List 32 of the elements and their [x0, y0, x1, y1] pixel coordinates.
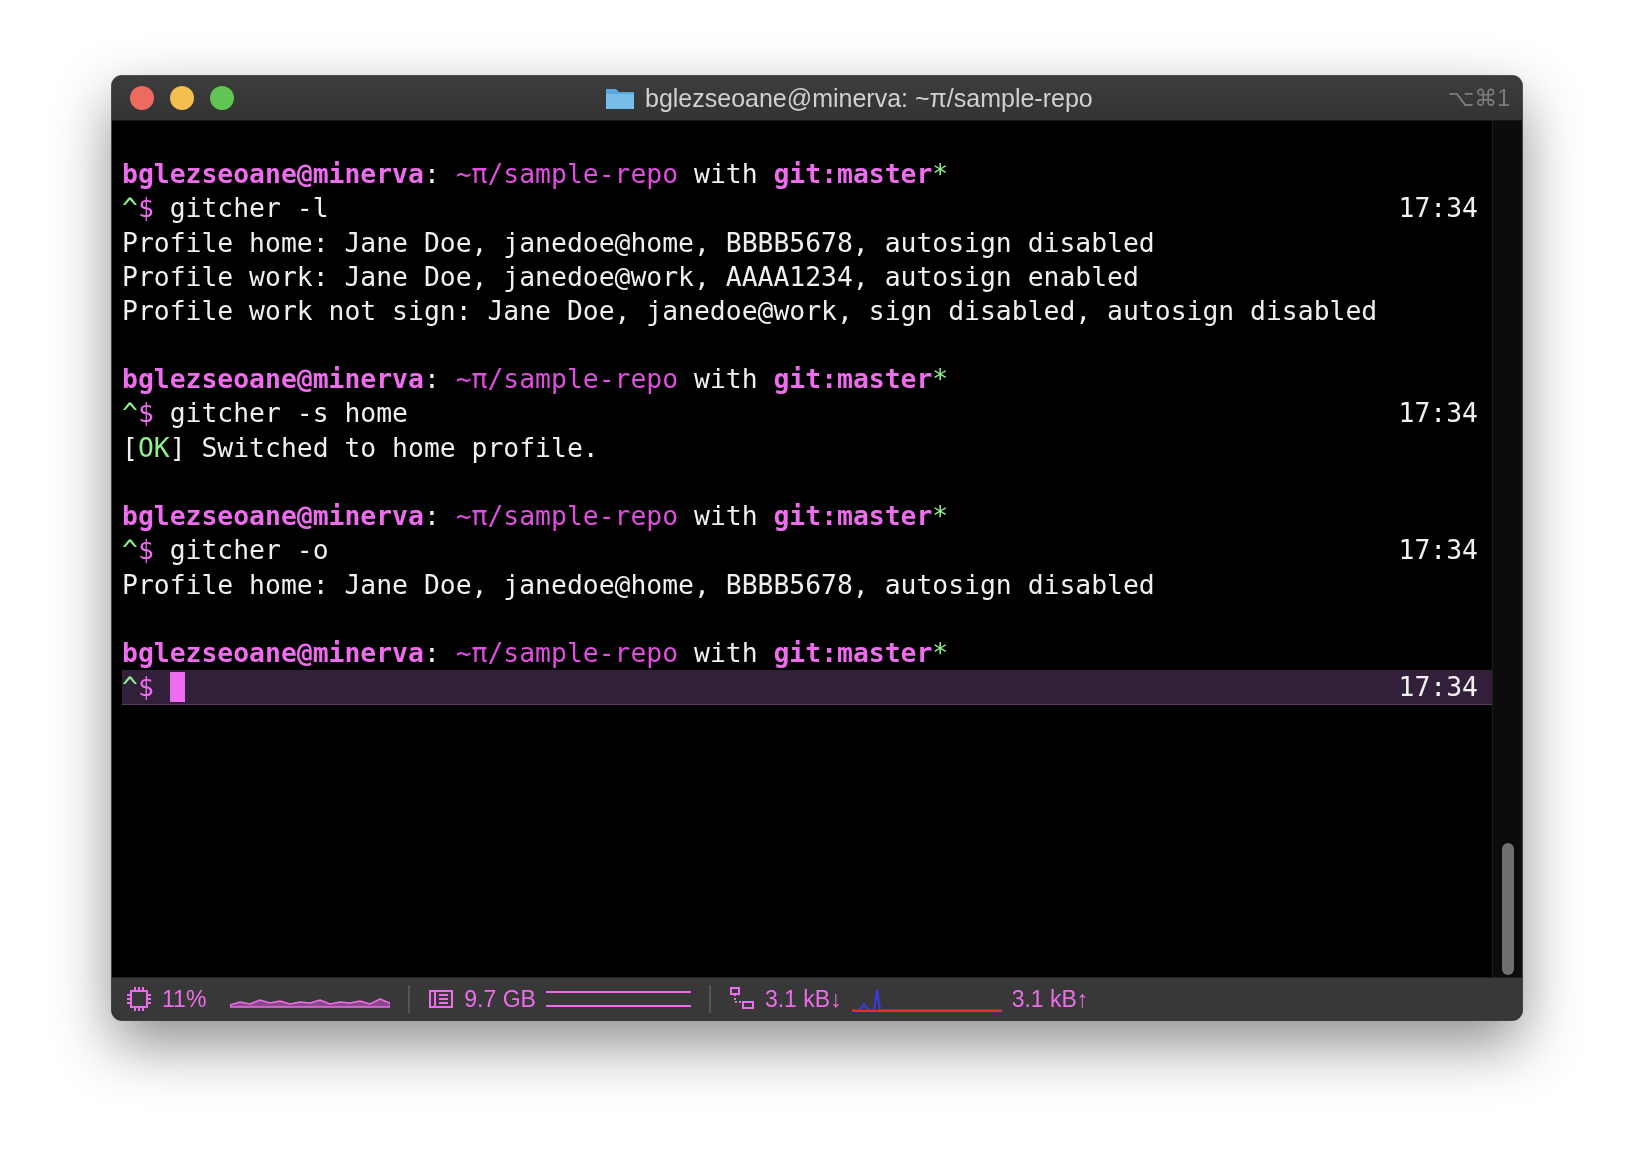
output-line: Profile home: Jane Doe, janedoe@home, BBBB5678, autosign disabled — [122, 226, 1156, 260]
timestamp: 17:34 — [1398, 396, 1479, 430]
minimize-button[interactable] — [170, 86, 194, 110]
prompt-line: bglezseoane@minerva: ~π/sample-repo with git:master* — [122, 362, 950, 396]
command-line: ^$ gitcher -s home — [122, 396, 408, 430]
shortcut-label: ⌥⌘1 — [1447, 84, 1510, 112]
network-icon — [728, 986, 755, 1012]
output-line: Profile work: Jane Doe, janedoe@work, AAAA1234, autosign enabled — [122, 260, 1140, 294]
cpu-usage: 11% — [162, 985, 207, 1013]
output-line: [OK] Switched to home profile. — [122, 431, 600, 465]
timestamp: 17:34 — [1398, 191, 1479, 225]
output-line: Profile work not sign: Jane Doe, janedoe@work, sign disabled, autosign disabled — [122, 294, 1379, 328]
close-button[interactable] — [130, 86, 154, 110]
scrollbar-thumb[interactable] — [1501, 843, 1514, 975]
prompt-line: bglezseoane@minerva: ~π/sample-repo with git:master* — [122, 157, 950, 191]
upload-rate: 3.1 kB↑ — [1011, 985, 1089, 1013]
command-line: ^$ gitcher -o — [122, 533, 329, 567]
command-line: ^$ gitcher -l — [122, 191, 329, 225]
cpu-icon — [126, 986, 152, 1012]
memory-icon — [428, 989, 455, 1009]
timestamp: 17:34 — [1398, 670, 1479, 704]
timestamp: 17:34 — [1398, 533, 1479, 567]
zoom-button[interactable] — [210, 86, 234, 110]
window-title: bglezseoane@minerva: ~π/sample-repo — [645, 83, 1093, 113]
command-line: ^$ — [122, 670, 154, 704]
output-line: Profile home: Jane Doe, janedoe@home, BBBB5678, autosign disabled — [122, 568, 1156, 602]
prompt-line: bglezseoane@minerva: ~π/sample-repo with git:master* — [122, 636, 950, 670]
prompt-line: bglezseoane@minerva: ~π/sample-repo with git:master* — [122, 499, 950, 533]
download-rate: 3.1 kB↓ — [764, 985, 842, 1013]
folder-icon — [605, 86, 635, 110]
memory-usage: 9.7 GB — [464, 985, 536, 1013]
text-cursor — [169, 672, 185, 702]
